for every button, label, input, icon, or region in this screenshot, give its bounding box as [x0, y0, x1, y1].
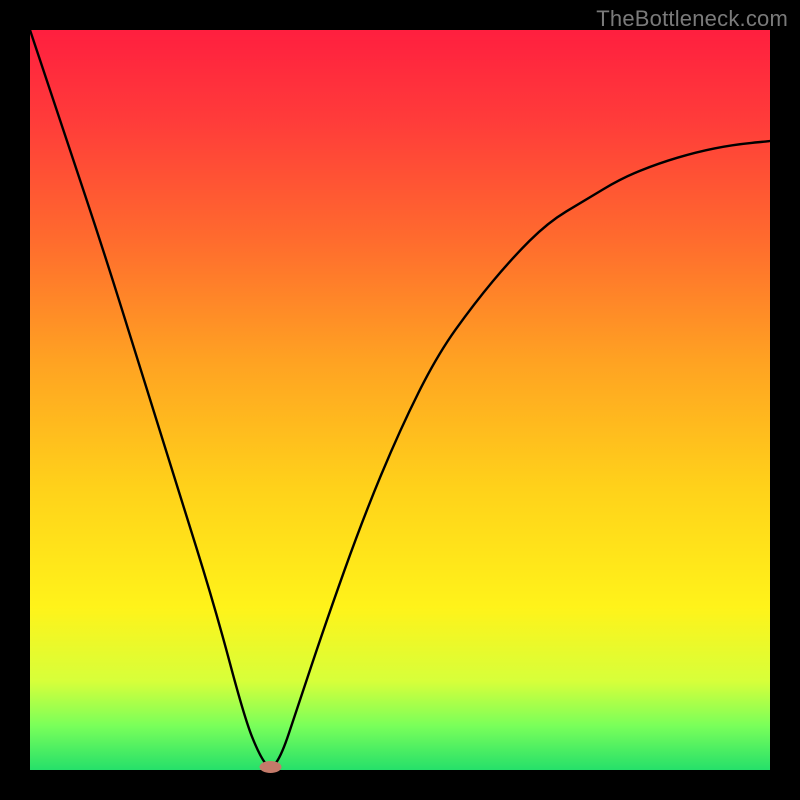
curve-svg	[30, 30, 770, 770]
minimum-marker	[260, 761, 282, 773]
plot-area	[30, 30, 770, 770]
chart-frame: TheBottleneck.com	[0, 0, 800, 800]
bottleneck-curve	[30, 30, 770, 766]
watermark-text: TheBottleneck.com	[596, 6, 788, 32]
